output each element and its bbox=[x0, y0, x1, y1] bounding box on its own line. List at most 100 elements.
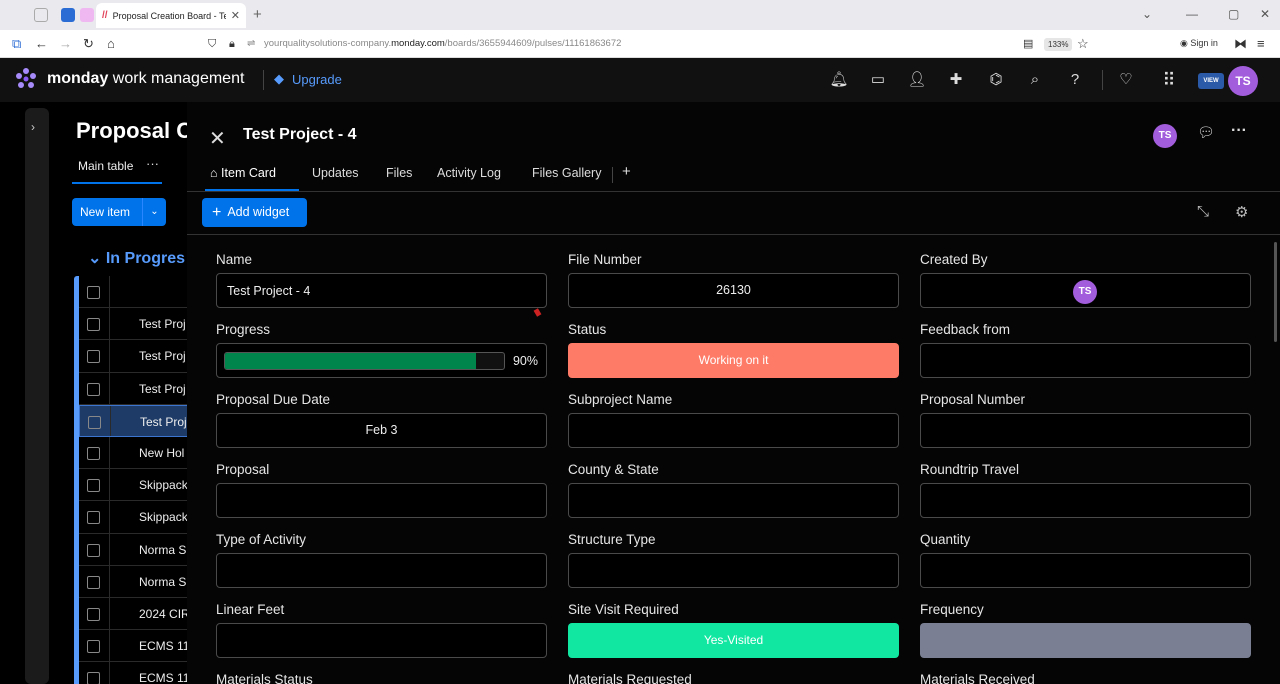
table-row[interactable]: Test Proj bbox=[79, 308, 199, 341]
maximize-icon[interactable]: ▢ bbox=[1228, 7, 1239, 21]
row-checkbox[interactable] bbox=[88, 415, 101, 429]
table-row[interactable]: Test Proj bbox=[79, 340, 199, 373]
row-label[interactable]: Norma S bbox=[139, 575, 187, 589]
reload-icon[interactable]: ↻ bbox=[83, 36, 94, 52]
row-label[interactable]: 2024 CIR bbox=[139, 607, 187, 621]
view-options-icon[interactable]: ··· bbox=[146, 156, 159, 171]
tab-files[interactable]: Files bbox=[386, 166, 412, 180]
minimize-icon[interactable]: — bbox=[1186, 7, 1198, 21]
table-row[interactable]: ECMS 11 bbox=[79, 662, 199, 684]
tab-files-gallery[interactable]: Files Gallery bbox=[532, 166, 601, 180]
row-checkbox[interactable] bbox=[87, 575, 100, 589]
expand-chevron-icon[interactable]: › bbox=[31, 120, 35, 134]
account-logo[interactable]: VIEW bbox=[1198, 73, 1224, 89]
add-widget-button[interactable]: + Add widget bbox=[202, 198, 307, 227]
favorites-heart-icon[interactable]: ♡ bbox=[1116, 70, 1136, 90]
apps-puzzle-icon[interactable]: ✚ bbox=[946, 70, 966, 90]
home-icon[interactable]: ⌂ bbox=[107, 36, 115, 52]
lock-icon[interactable]: 🔒︎ bbox=[229, 36, 235, 52]
group-header[interactable]: ⌄ In Progres bbox=[88, 248, 185, 268]
more-options-icon[interactable]: ··· bbox=[1231, 122, 1247, 140]
chat-bubble-icon[interactable]: 💬︎ bbox=[1197, 124, 1215, 141]
browser-tab-active[interactable]: // Proposal Creation Board - Test ✕ bbox=[96, 3, 246, 28]
permissions-icon[interactable]: ⇌ bbox=[247, 36, 255, 52]
quantity-input[interactable] bbox=[920, 553, 1251, 588]
table-row[interactable]: Norma S bbox=[79, 533, 199, 566]
collapse-fullscreen-icon[interactable]: ⤡ bbox=[1197, 203, 1209, 220]
row-label[interactable]: Norma S bbox=[139, 543, 187, 557]
created-by-box[interactable]: TS bbox=[920, 273, 1251, 308]
help-icon[interactable]: ? bbox=[1065, 70, 1085, 90]
chevron-down-icon[interactable]: ⌄ bbox=[88, 250, 101, 267]
avatar[interactable]: TS bbox=[1073, 280, 1097, 304]
roundtrip-travel-input[interactable] bbox=[920, 483, 1251, 518]
table-row[interactable]: Test Proj bbox=[79, 372, 199, 405]
extensions-icon[interactable]: ⧓ bbox=[1234, 36, 1247, 52]
sign-in-button[interactable]: ◉ Sign in bbox=[1180, 38, 1218, 49]
row-label[interactable]: Test Proj bbox=[139, 349, 187, 363]
zoom-badge[interactable]: 133% bbox=[1044, 38, 1073, 51]
item-owner-avatar[interactable]: TS bbox=[1153, 124, 1177, 148]
monday-logo-icon[interactable] bbox=[14, 67, 38, 91]
brand-name[interactable]: monday work management bbox=[47, 70, 244, 88]
add-view-icon[interactable]: + bbox=[622, 163, 631, 180]
app-grid-icon[interactable]: ⠿ bbox=[1159, 70, 1179, 90]
type-of-activity-input[interactable] bbox=[216, 553, 547, 588]
scrollbar[interactable] bbox=[1274, 242, 1277, 342]
row-label[interactable]: Test Proj bbox=[139, 317, 187, 331]
row-label[interactable]: Test Proj bbox=[140, 415, 188, 429]
back-icon[interactable]: ← bbox=[35, 36, 48, 52]
select-all-checkbox[interactable] bbox=[87, 286, 100, 299]
row-label[interactable]: Skippack bbox=[139, 510, 187, 524]
item-title[interactable]: Test Project - 4 bbox=[243, 126, 357, 144]
file-number-input[interactable]: 26130 bbox=[568, 273, 899, 308]
progress-box[interactable]: 90% bbox=[216, 343, 547, 378]
board-title[interactable]: Proposal C bbox=[76, 118, 192, 144]
feedback-from-input[interactable] bbox=[920, 343, 1251, 378]
row-label[interactable]: ECMS 11 bbox=[139, 671, 187, 684]
chevron-down-icon[interactable]: ⌄ bbox=[142, 198, 166, 226]
table-row[interactable]: Skippack bbox=[79, 501, 199, 534]
row-checkbox[interactable] bbox=[87, 640, 100, 654]
inbox-icon[interactable]: ▭ bbox=[868, 70, 888, 90]
tab-item-card[interactable]: ⌂ Item Card bbox=[210, 166, 276, 180]
close-window-icon[interactable]: ✕ bbox=[1260, 7, 1270, 21]
tab-activity-log[interactable]: Activity Log bbox=[437, 166, 501, 180]
site-visit-status[interactable]: Yes-Visited bbox=[568, 623, 899, 658]
table-row[interactable]: New Hol bbox=[79, 436, 199, 470]
pinned-tab-icon[interactable] bbox=[61, 8, 75, 22]
search-icon[interactable]: ⌕ bbox=[1025, 70, 1045, 90]
proposal-input[interactable] bbox=[216, 483, 547, 518]
bookmark-star-icon[interactable]: ☆ bbox=[1077, 36, 1089, 52]
ai-assistant-icon[interactable]: ⌬ bbox=[986, 70, 1006, 90]
row-label[interactable]: Test Proj bbox=[139, 382, 187, 396]
upgrade-button[interactable]: ◆ Upgrade bbox=[274, 71, 342, 87]
new-item-button[interactable]: New item ⌄ bbox=[72, 198, 166, 226]
sidebar-toggle-icon[interactable]: ⧉ bbox=[12, 36, 21, 52]
notifications-bell-icon[interactable]: 🔔︎ bbox=[829, 70, 849, 90]
row-checkbox[interactable] bbox=[87, 479, 100, 493]
settings-gear-icon[interactable]: ⚙ bbox=[1235, 203, 1248, 221]
county-state-input[interactable] bbox=[568, 483, 899, 518]
table-row[interactable]: 2024 CIR bbox=[79, 597, 199, 631]
close-icon[interactable]: ✕ bbox=[209, 126, 226, 151]
row-checkbox[interactable] bbox=[87, 511, 100, 525]
table-row[interactable]: Norma S bbox=[79, 565, 199, 598]
pinned-tab-icon[interactable] bbox=[80, 8, 94, 22]
user-avatar[interactable]: TS bbox=[1228, 66, 1258, 96]
name-input[interactable]: Test Project - 4 bbox=[216, 273, 547, 308]
table-row[interactable]: Skippack bbox=[79, 469, 199, 502]
date-input[interactable]: Feb 3 bbox=[216, 413, 547, 448]
row-label[interactable]: ECMS 11 bbox=[139, 639, 187, 653]
frequency-status[interactable] bbox=[920, 623, 1251, 658]
tab-overview-icon[interactable] bbox=[34, 8, 48, 22]
row-checkbox[interactable] bbox=[87, 446, 100, 460]
address-bar[interactable]: yourqualitysolutions-company.monday.com/… bbox=[264, 38, 621, 49]
tab-main-table[interactable]: Main table bbox=[78, 159, 133, 173]
proposal-number-input[interactable] bbox=[920, 413, 1251, 448]
subproject-name-input[interactable] bbox=[568, 413, 899, 448]
structure-type-input[interactable] bbox=[568, 553, 899, 588]
reader-view-icon[interactable]: ▤ bbox=[1023, 36, 1033, 52]
table-row[interactable]: ECMS 11 bbox=[79, 630, 199, 663]
tab-list-icon[interactable]: ⌄ bbox=[1142, 7, 1152, 21]
